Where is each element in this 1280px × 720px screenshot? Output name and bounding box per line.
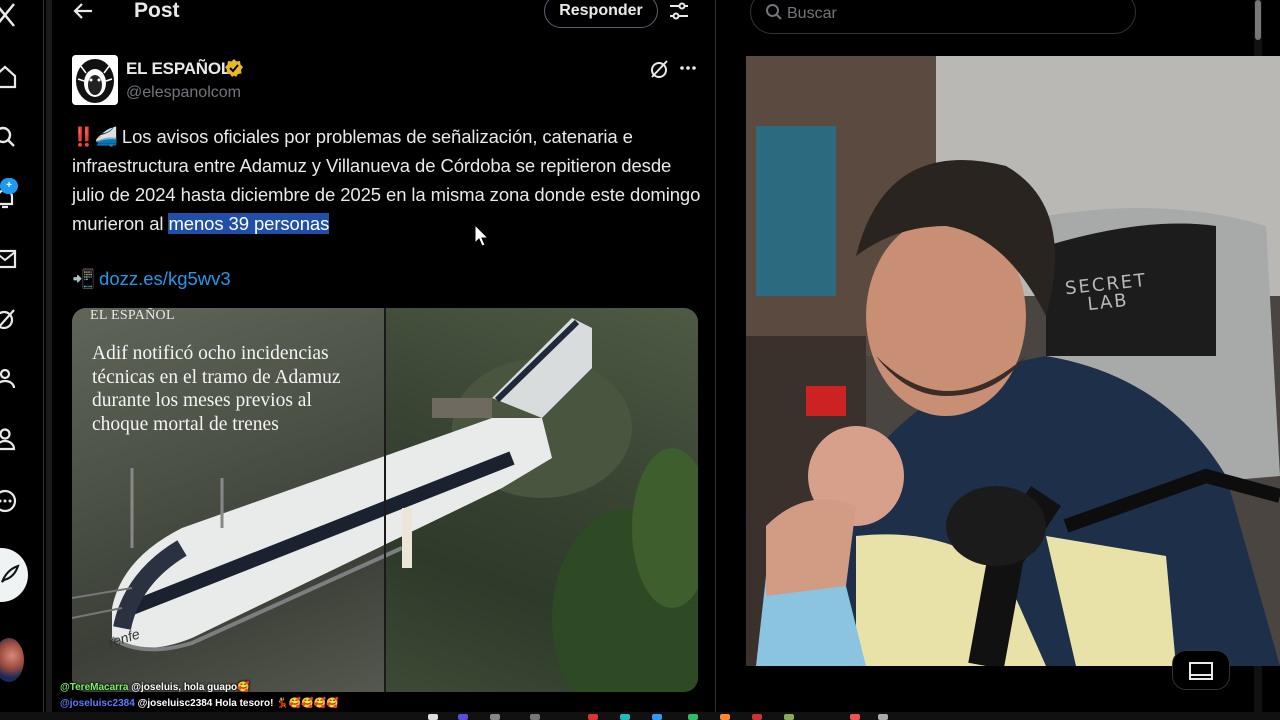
alert-train-emoji: ‼️🚄 xyxy=(72,126,118,147)
lion-logo-icon xyxy=(72,55,118,105)
media-divider xyxy=(384,308,386,692)
webcam-overlay: SECRET LAB xyxy=(746,56,1280,666)
post-text-body: Los avisos oficiales por problemas de se… xyxy=(72,126,701,234)
mouse-cursor-icon xyxy=(474,223,490,248)
post-link-row: 📲 dozz.es/kg5wv3 xyxy=(72,268,231,290)
taskbar-app-icon[interactable] xyxy=(428,714,438,720)
envelope-expand-icon xyxy=(1189,662,1213,680)
more-options-icon[interactable] xyxy=(0,488,18,514)
taskbar-app-icon[interactable] xyxy=(530,714,540,720)
verified-badge-icon xyxy=(224,58,244,78)
taskbar-app-icon[interactable] xyxy=(688,714,698,720)
selected-text-highlight: menos 39 personas xyxy=(168,213,330,234)
taskbar-app-icon[interactable] xyxy=(652,714,662,720)
filter-icon[interactable] xyxy=(668,0,690,22)
chat-message: @joseluisc2384 @joseluisc2384 Hola tesor… xyxy=(60,698,339,709)
compose-post-button[interactable] xyxy=(0,548,28,602)
streamer-webcam-feed xyxy=(746,56,1280,666)
chat-text: @joseluisc2384 Hola tesoro! 💃🥰🥰🥰🥰 xyxy=(137,698,339,709)
post-text: ‼️🚄 Los avisos oficiales por problemas de… xyxy=(72,122,702,238)
chat-message: @TereMacarra @joseluis, hola guapo🥰 xyxy=(60,682,250,693)
messages-drawer-button[interactable] xyxy=(1172,650,1230,690)
chat-username: @joseluisc2384 xyxy=(60,698,135,709)
taskbar-app-icon[interactable] xyxy=(784,714,794,720)
taskbar-app-icon[interactable] xyxy=(458,714,468,720)
notifications-badge: + xyxy=(0,178,18,194)
communities-icon[interactable] xyxy=(0,366,18,392)
search-input[interactable] xyxy=(787,3,1107,25)
taskbar-app-icon[interactable] xyxy=(752,714,762,720)
x-logo-icon[interactable] xyxy=(0,2,18,28)
more-horizontal-icon[interactable] xyxy=(678,58,698,78)
user-avatar[interactable] xyxy=(0,638,24,682)
back-button[interactable] xyxy=(72,0,96,22)
grok-explain-icon[interactable] xyxy=(648,58,670,80)
main-column: Post Responder EL ESPAÑOL @elespanolcom … xyxy=(54,0,716,720)
post-media-image[interactable]: EL ESPAÑOL Adif notificó ocho incidencia… xyxy=(72,308,698,692)
taskbar-app-icon[interactable] xyxy=(620,714,630,720)
chat-username: @TereMacarra xyxy=(60,682,129,693)
post-header: Post Responder xyxy=(54,0,716,34)
post-link[interactable]: dozz.es/kg5wv3 xyxy=(99,268,231,289)
search-icon xyxy=(766,4,782,20)
left-scrollbar[interactable] xyxy=(46,0,52,720)
search-box[interactable] xyxy=(750,0,1136,34)
arrow-left-icon xyxy=(73,3,92,19)
author-avatar[interactable] xyxy=(72,55,118,105)
taskbar-app-icon[interactable] xyxy=(850,714,860,720)
profile-icon[interactable] xyxy=(0,426,18,452)
media-brand-logo: EL ESPAÑOL xyxy=(90,308,175,323)
explore-icon[interactable] xyxy=(0,124,18,150)
left-nav-rail: + xyxy=(0,0,44,720)
phone-arrow-emoji: 📲 xyxy=(72,268,96,289)
taskbar-app-icon[interactable] xyxy=(490,714,500,720)
feather-icon xyxy=(1,564,20,583)
page-title: Post xyxy=(134,0,180,22)
taskbar xyxy=(0,712,1280,720)
taskbar-app-icon[interactable] xyxy=(588,714,598,720)
author-name[interactable]: EL ESPAÑOL xyxy=(126,59,231,79)
media-headline: Adif notificó ocho incidencias técnicas … xyxy=(92,343,341,435)
scrollbar-thumb[interactable] xyxy=(1255,0,1261,40)
taskbar-app-icon[interactable] xyxy=(878,714,888,720)
messages-icon[interactable] xyxy=(0,246,18,272)
author-handle[interactable]: @elespanolcom xyxy=(126,84,241,102)
chat-text: @joseluis, hola guapo🥰 xyxy=(131,682,250,693)
home-icon[interactable] xyxy=(0,64,18,90)
taskbar-app-icon[interactable] xyxy=(720,714,730,720)
grok-icon[interactable] xyxy=(0,306,18,332)
reply-button[interactable]: Responder xyxy=(544,0,658,28)
